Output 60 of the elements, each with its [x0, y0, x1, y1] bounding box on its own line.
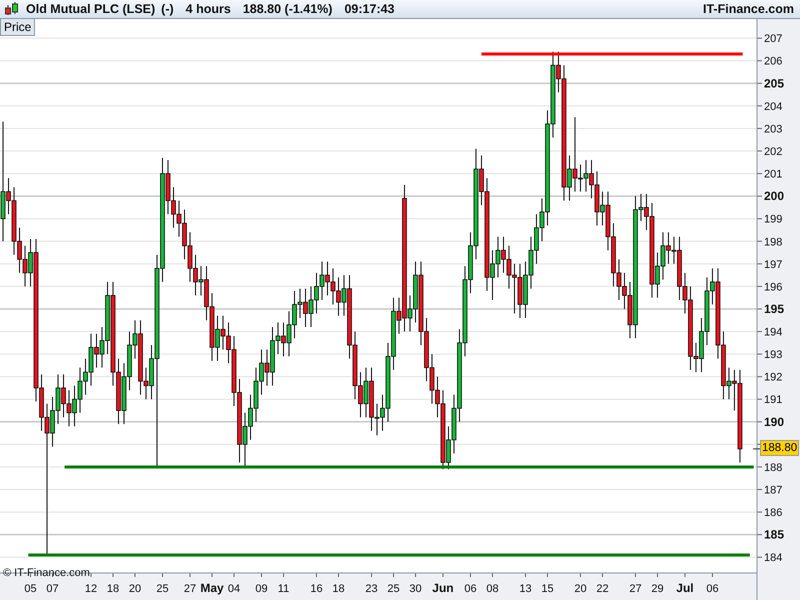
interval-label: 4 hours	[186, 2, 231, 16]
x-axis-label: 30	[409, 583, 422, 595]
y-axis-label: 190	[764, 414, 784, 429]
last-price-tag: 188.80	[760, 440, 800, 456]
y-axis-label: 194	[764, 326, 782, 339]
x-axis-label: 20	[574, 583, 587, 595]
x-axis-label: 20	[128, 583, 142, 595]
y-axis-label: 185	[764, 528, 784, 542]
x-axis-label: 11	[278, 583, 290, 595]
y-axis-label: 199	[764, 214, 782, 226]
x-axis-label: May	[200, 581, 224, 595]
y-axis-label: 207	[764, 33, 782, 46]
x-axis-label: Jul	[676, 581, 694, 595]
x-axis-label: 18	[332, 583, 345, 595]
x-axis-label: 27	[184, 583, 196, 595]
y-axis-label: 204	[764, 100, 782, 113]
x-axis-label: 07	[46, 583, 59, 595]
y-axis-label: 206	[764, 56, 782, 68]
y-axis-label: 186	[764, 507, 782, 520]
x-axis-label: 27	[629, 583, 642, 595]
y-axis-label: 205	[764, 76, 784, 90]
last-price: 188.80 (-1.41%)	[242, 2, 332, 16]
x-axis-label: 06	[464, 583, 477, 595]
x-axis-label: 08	[486, 583, 499, 595]
y-axis-label: 191	[764, 394, 782, 406]
x-axis-label: 18	[106, 583, 120, 595]
y-axis-label: 198	[764, 236, 782, 248]
copyright-text: © IT-Finance.com	[3, 567, 90, 579]
y-axis-label: 187	[764, 484, 782, 496]
x-axis-label: 25	[387, 583, 400, 595]
x-axis-label: 04	[228, 583, 240, 595]
brand-label: IT-Finance.com	[703, 2, 794, 16]
y-axis-label: 188	[764, 462, 782, 474]
instrument-name: Old Mutual PLC (LSE)	[26, 2, 156, 16]
y-axis-label: 196	[764, 281, 782, 294]
y-axis-label: 201	[764, 168, 782, 181]
x-axis-label: 12	[84, 583, 98, 595]
price-tab[interactable]: Price	[0, 19, 36, 36]
y-axis-label: 195	[764, 302, 784, 316]
x-axis-label: 25	[156, 583, 169, 595]
x-axis-label: 06	[706, 583, 719, 595]
y-axis-label: 200	[764, 189, 784, 204]
x-axis-label: Jun	[432, 581, 454, 595]
y-axis-label: 192	[764, 372, 782, 384]
x-axis-label: 23	[365, 583, 378, 595]
y-axis-label: 184	[764, 552, 782, 564]
x-axis-label: 15	[541, 583, 554, 595]
time-label: 09:17:43	[344, 2, 395, 16]
change-label: (-)	[161, 2, 174, 16]
y-axis-label: 193	[764, 349, 782, 362]
x-axis-label: 29	[651, 583, 664, 595]
candlestick-icon	[4, 2, 20, 16]
x-axis-label: 13	[519, 583, 532, 595]
y-axis-label: 203	[764, 123, 782, 136]
x-axis-label: 16	[310, 583, 323, 595]
y-axis-label: 202	[764, 146, 782, 158]
x-axis-label: 09	[255, 583, 268, 595]
x-axis-label: 22	[596, 583, 609, 595]
y-axis-label: 197	[764, 258, 782, 271]
x-axis-label: 05	[24, 583, 37, 595]
